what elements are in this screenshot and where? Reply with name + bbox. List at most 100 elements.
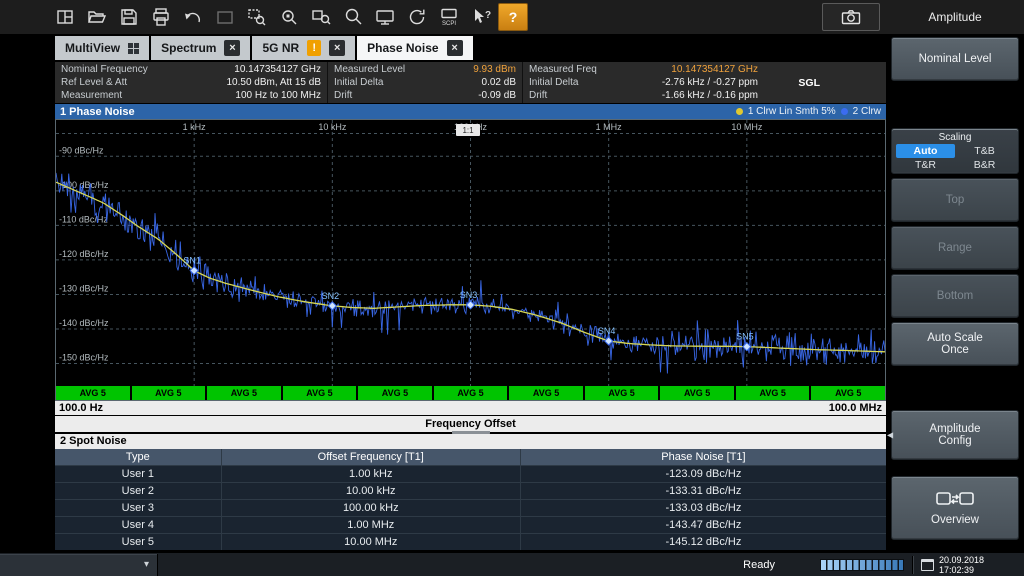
table-row[interactable]: User 11.00 kHz-123.09 dBc/Hz xyxy=(55,465,886,482)
table-row[interactable]: User 510.00 MHz-145.12 dBc/Hz xyxy=(55,533,886,550)
marker-label: SN2 xyxy=(322,291,340,301)
table-cell: User 3 xyxy=(55,499,221,516)
open-button[interactable] xyxy=(82,3,112,31)
spot-noise-title: 2 Spot Noise xyxy=(55,434,886,449)
trace2-color-dot xyxy=(841,108,848,115)
info-value: -1.66 kHz / -0.16 ppm xyxy=(662,89,758,102)
close-icon[interactable]: × xyxy=(447,40,463,56)
infobar-group-1: Nominal Frequency10.147354127 GHzRef Lev… xyxy=(55,62,327,103)
avg-segment: AVG 5 xyxy=(283,386,357,400)
block-diagram-icon xyxy=(935,490,975,510)
info-value: 100 Hz to 100 MHz xyxy=(235,89,321,102)
context-help-button[interactable]: ? xyxy=(466,3,496,31)
auto-scale-once-button[interactable]: Auto Scale Once xyxy=(891,322,1019,366)
tab-bar: MultiView Spectrum × 5G NR ! × Phase Noi… xyxy=(55,36,473,60)
redo-button[interactable] xyxy=(210,3,240,31)
info-label: Initial Delta xyxy=(529,76,578,89)
table-cell: 1.00 MHz xyxy=(221,516,520,533)
help-button[interactable]: ? xyxy=(498,3,528,31)
marker-label: SN3 xyxy=(460,290,478,300)
range-button: Range xyxy=(891,226,1019,270)
statusbar-divider xyxy=(912,556,913,574)
zoom-select-button[interactable] xyxy=(274,3,304,31)
floppy-icon xyxy=(119,7,139,27)
refresh-icon xyxy=(407,7,427,27)
chevron-down-icon: ▾ xyxy=(144,559,149,570)
analyzer-screen: SCPI ? ? MultiView Spectrum × 5G NR ! × … xyxy=(0,0,1024,576)
avg-segment: AVG 5 xyxy=(585,386,659,400)
preset-button[interactable] xyxy=(402,3,432,31)
avg-segment: AVG 5 xyxy=(132,386,206,400)
table-row[interactable]: User 3100.00 kHz-133.03 dBc/Hz xyxy=(55,499,886,516)
svg-text:-90 dBc/Hz: -90 dBc/Hz xyxy=(59,145,104,155)
display-button[interactable] xyxy=(370,3,400,31)
tab-spectrum[interactable]: Spectrum × xyxy=(151,36,250,60)
infobar-group-3: Measured Freq10.147354127 GHzInitial Del… xyxy=(522,62,886,103)
undo-button[interactable] xyxy=(178,3,208,31)
save-button[interactable] xyxy=(114,3,144,31)
measurement-info-bar: Nominal Frequency10.147354127 GHzRef Lev… xyxy=(55,62,886,104)
top-button: Top xyxy=(891,178,1019,222)
monitor-icon xyxy=(375,7,395,27)
zoom-mode-button[interactable] xyxy=(242,3,272,31)
close-icon[interactable]: × xyxy=(329,40,345,56)
phase-noise-titlebar[interactable]: 1 Phase Noise 1 Clrw Lin Smth 5% 2 Clrw xyxy=(55,104,886,119)
table-cell: User 1 xyxy=(55,465,221,482)
tab-5g-nr[interactable]: 5G NR ! × xyxy=(252,36,355,60)
plot-frame: 1 kHz10 kHz100 kHz1 MHz10 MHz-90 dBc/Hz-… xyxy=(55,119,886,401)
info-value: 9.93 dBm xyxy=(473,63,516,76)
status-dropdown[interactable]: ▾ xyxy=(0,554,158,576)
screenshot-button[interactable] xyxy=(822,3,880,31)
info-row: Ref Level & Att10.50 dBm, Att 15 dB xyxy=(55,76,327,89)
time-text: 17:02:39 xyxy=(939,565,984,575)
help-cursor-icon: ? xyxy=(471,7,491,27)
x-axis-scale-row: 100.0 Hz 100.0 MHz xyxy=(55,401,886,415)
table-row[interactable]: User 210.00 kHz-133.31 dBc/Hz xyxy=(55,482,886,499)
scpi-icon: SCPI xyxy=(439,7,459,27)
print-button[interactable] xyxy=(146,3,176,31)
search-button[interactable] xyxy=(338,3,368,31)
table-cell: -123.09 dBc/Hz xyxy=(520,465,886,482)
column-header: Offset Frequency [T1] xyxy=(221,449,520,465)
amplitude-config-button[interactable]: ◀ Amplitude Config xyxy=(891,410,1019,460)
zoom-ratio-badge[interactable]: 1:1 xyxy=(456,124,480,136)
phase-noise-plot[interactable]: 1 kHz10 kHz100 kHz1 MHz10 MHz-90 dBc/Hz-… xyxy=(56,120,885,386)
progress-bar xyxy=(820,559,904,571)
zoom-select-icon xyxy=(279,7,299,27)
windows-button[interactable] xyxy=(50,3,80,31)
scaling-option-tr[interactable]: T&R xyxy=(896,158,955,172)
table-row[interactable]: User 41.00 MHz-143.47 dBc/Hz xyxy=(55,516,886,533)
single-sweep-badge: SGL xyxy=(798,77,820,89)
status-bar: ▾ Ready 20.09.2018 17:02:39 xyxy=(0,552,1024,576)
info-label: Drift xyxy=(334,89,352,102)
scaling-label: Scaling xyxy=(939,131,972,144)
scaling-option-tb[interactable]: T&B xyxy=(955,144,1014,158)
trace-legend: 1 Clrw Lin Smth 5% 2 Clrw xyxy=(736,106,881,117)
scpi-button[interactable]: SCPI xyxy=(434,3,464,31)
svg-text:-110 dBc/Hz: -110 dBc/Hz xyxy=(59,214,108,224)
overview-button[interactable]: Overview xyxy=(891,476,1019,540)
info-value: 0.02 dB xyxy=(482,76,516,89)
svg-text:1 MHz: 1 MHz xyxy=(596,122,623,132)
info-row: Measurement100 Hz to 100 MHz xyxy=(55,89,327,102)
close-icon[interactable]: × xyxy=(224,40,240,56)
table-cell: 10.00 kHz xyxy=(221,482,520,499)
tab-label: Spectrum xyxy=(161,41,216,55)
marker-label: SN4 xyxy=(598,326,616,336)
folder-open-icon xyxy=(87,7,107,27)
zoom-window-icon xyxy=(311,7,331,27)
x-axis-title: Frequency Offset xyxy=(425,418,515,430)
scaling-option-br[interactable]: B&R xyxy=(955,158,1014,172)
marker-label: SN1 xyxy=(183,256,201,266)
info-label: Initial Delta xyxy=(334,76,383,89)
nominal-level-button[interactable]: Nominal Level xyxy=(891,37,1019,81)
info-label: Ref Level & Att xyxy=(61,76,127,89)
scaling-option-auto[interactable]: Auto xyxy=(896,144,955,158)
help-question-glyph: ? xyxy=(485,10,491,21)
zoom-window-button[interactable] xyxy=(306,3,336,31)
overview-label: Overview xyxy=(931,514,979,526)
tab-multiview[interactable]: MultiView xyxy=(55,36,149,60)
bottom-button: Bottom xyxy=(891,274,1019,318)
tab-phase-noise[interactable]: Phase Noise × xyxy=(357,36,472,60)
date-text: 20.09.2018 xyxy=(939,555,984,565)
